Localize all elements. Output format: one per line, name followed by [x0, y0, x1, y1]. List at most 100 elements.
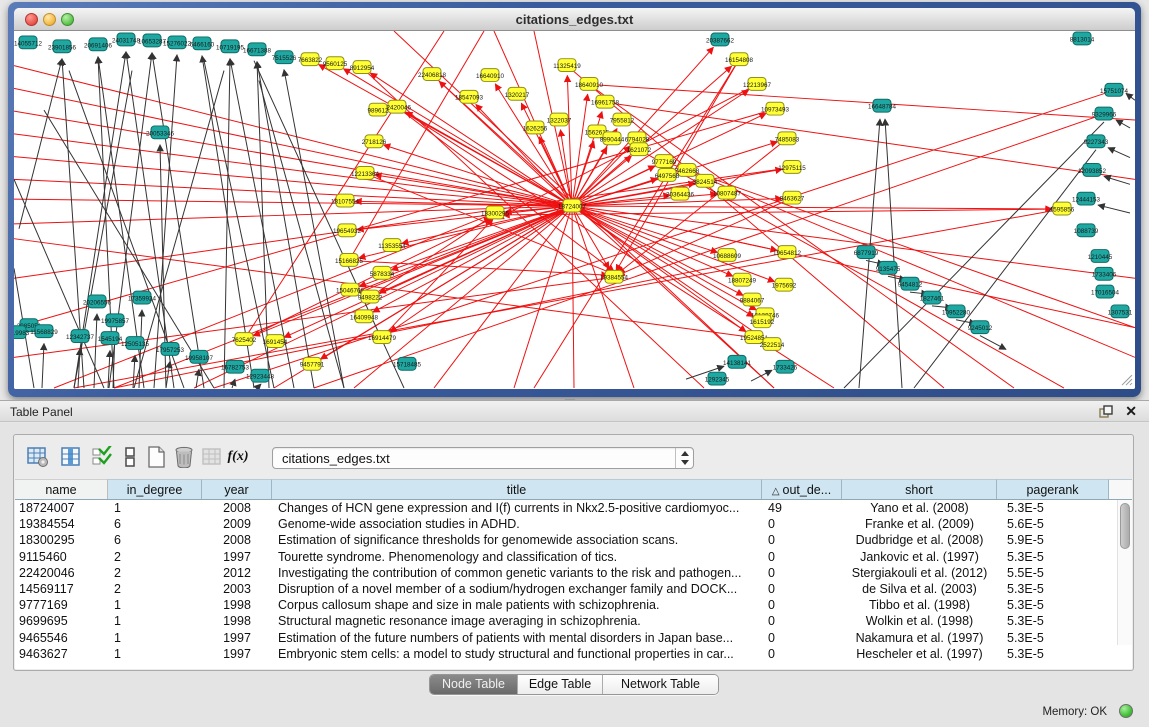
network-edge[interactable]: [914, 150, 1096, 388]
network-edge[interactable]: [133, 355, 135, 388]
network-node[interactable]: 14055712: [14, 36, 42, 49]
table-cell[interactable]: 0: [762, 549, 842, 565]
table-cell[interactable]: 1998: [202, 613, 272, 629]
network-edge[interactable]: [572, 206, 764, 339]
network-node[interactable]: 1595856: [1050, 202, 1075, 215]
table-cell[interactable]: 2008: [202, 532, 272, 548]
table-cell[interactable]: Structural magnetic resonance image aver…: [272, 613, 762, 629]
network-node[interactable]: 8990444: [600, 132, 625, 145]
table-cell[interactable]: 5.3E-5: [997, 500, 1109, 516]
table-cell[interactable]: 2008: [202, 500, 272, 516]
table-cell[interactable]: Dudbridge et al. (2008): [842, 532, 997, 548]
table-settings-icon[interactable]: [26, 445, 50, 469]
table-cell[interactable]: Yano et al. (2008): [842, 500, 997, 516]
network-node[interactable]: 16648784: [868, 99, 896, 112]
network-node[interactable]: 14138141: [723, 355, 751, 368]
network-node[interactable]: 16154808: [725, 53, 753, 66]
network-edge[interactable]: [196, 369, 199, 388]
network-edge[interactable]: [687, 170, 1135, 357]
network-node[interactable]: 12342737: [66, 330, 94, 343]
network-node[interactable]: 19654932: [333, 224, 361, 237]
table-cell[interactable]: 2009: [202, 516, 272, 532]
network-node[interactable]: 6497568: [655, 168, 680, 181]
network-node[interactable]: 1975692: [772, 278, 797, 291]
network-node[interactable]: 20387662: [706, 33, 734, 46]
network-node[interactable]: 10973493: [761, 102, 789, 115]
column-header-short[interactable]: short: [842, 479, 997, 499]
table-cell[interactable]: Tibbo et al. (1998): [842, 597, 997, 613]
table-cell[interactable]: 5.3E-5: [997, 613, 1109, 629]
network-edge[interactable]: [14, 66, 572, 206]
tab-edge-table[interactable]: Edge Table: [518, 675, 603, 694]
table-cell[interactable]: 0: [762, 597, 842, 613]
table-cell[interactable]: 5.3E-5: [997, 581, 1109, 597]
network-node[interactable]: 7663822: [298, 53, 323, 66]
table-row[interactable]: 2242004622012Investigating the contribut…: [15, 565, 1132, 581]
table-row[interactable]: 1456911722003Disruption of a novel membe…: [15, 581, 1132, 597]
network-node[interactable]: 8912954: [350, 61, 375, 74]
network-node[interactable]: 1088739: [1074, 224, 1099, 237]
network-node[interactable]: 19958107: [185, 350, 213, 363]
table-row[interactable]: 977716911998Corpus callosum shape and si…: [15, 597, 1132, 613]
network-node[interactable]: 17016504: [1091, 285, 1119, 298]
network-edge[interactable]: [1116, 120, 1130, 128]
table-cell[interactable]: 6: [108, 532, 202, 548]
network-edge[interactable]: [314, 114, 1104, 388]
network-edge[interactable]: [980, 336, 1006, 350]
network-edge[interactable]: [589, 84, 1135, 120]
table-cell[interactable]: Changes of HCN gene expression and I(f) …: [272, 500, 762, 516]
network-node[interactable]: 6877919: [854, 246, 879, 259]
float-panel-icon[interactable]: [1099, 405, 1113, 419]
network-node[interactable]: 9329966: [1092, 107, 1117, 120]
tab-network-table[interactable]: Network Table: [603, 675, 718, 694]
table-column-icon[interactable]: [59, 445, 83, 469]
network-node[interactable]: 17957253: [156, 343, 184, 356]
table-selector-dropdown[interactable]: citations_edges.txt: [272, 447, 694, 469]
table-cell[interactable]: 5.6E-5: [997, 516, 1109, 532]
table-cell[interactable]: Investigating the contribution of common…: [272, 565, 762, 581]
network-node[interactable]: 1827461: [920, 291, 945, 304]
network-node[interactable]: 9457791: [300, 357, 325, 370]
network-node[interactable]: 16671388: [243, 43, 271, 56]
table-row[interactable]: 946362711997Embryonic stem cells: a mode…: [15, 646, 1132, 662]
network-node[interactable]: 1733406: [1092, 267, 1117, 280]
column-stack-icon[interactable]: [118, 445, 142, 469]
network-node[interactable]: 11353554: [378, 239, 406, 252]
table-cell[interactable]: 5.3E-5: [997, 549, 1109, 565]
network-node[interactable]: 7515526: [272, 51, 297, 64]
table-row[interactable]: 1830029562008Estimation of significance …: [15, 532, 1132, 548]
network-node[interactable]: 9135475: [876, 261, 901, 274]
table-cell[interactable]: Estimation of the future numbers of pati…: [272, 630, 762, 646]
network-node[interactable]: 17359924: [128, 291, 156, 304]
network-node[interactable]: 1292345: [705, 372, 730, 385]
canvas-resize-grip[interactable]: [1122, 375, 1132, 385]
table-vertical-scrollbar[interactable]: [1117, 500, 1132, 645]
table-cell[interactable]: de Silva et al. (2003): [842, 581, 997, 597]
table-cell[interactable]: 1: [108, 613, 202, 629]
network-node[interactable]: 19975857: [101, 314, 129, 327]
table-cell[interactable]: 2: [108, 565, 202, 581]
network-edge[interactable]: [257, 384, 261, 388]
table-cell[interactable]: 0: [762, 565, 842, 581]
table-cell[interactable]: 22420046: [15, 565, 108, 581]
network-edge[interactable]: [74, 209, 1062, 388]
column-header-in-degree[interactable]: in_degree: [108, 479, 202, 499]
table-cell[interactable]: 6: [108, 516, 202, 532]
table-cell[interactable]: 18724007: [15, 500, 108, 516]
network-edge[interactable]: [885, 119, 902, 388]
select-rows-icon[interactable]: [90, 445, 114, 469]
network-edge[interactable]: [1108, 148, 1130, 158]
table-cell[interactable]: 5.3E-5: [997, 597, 1109, 613]
import-table-icon[interactable]: [200, 445, 224, 469]
network-edge[interactable]: [14, 88, 572, 206]
network-edge[interactable]: [114, 253, 787, 388]
table-cell[interactable]: 0: [762, 630, 842, 646]
network-node[interactable]: 15166825: [335, 254, 363, 267]
table-cell[interactable]: 9699695: [15, 613, 108, 629]
table-cell[interactable]: Disruption of a novel member of a sodium…: [272, 581, 762, 597]
table-cell[interactable]: 1: [108, 630, 202, 646]
network-node[interactable]: 989612: [368, 103, 389, 116]
table-row[interactable]: 969969511998Structural magnetic resonanc…: [15, 613, 1132, 629]
network-node[interactable]: 10719195: [216, 40, 244, 53]
network-node[interactable]: 1545194: [98, 332, 123, 345]
